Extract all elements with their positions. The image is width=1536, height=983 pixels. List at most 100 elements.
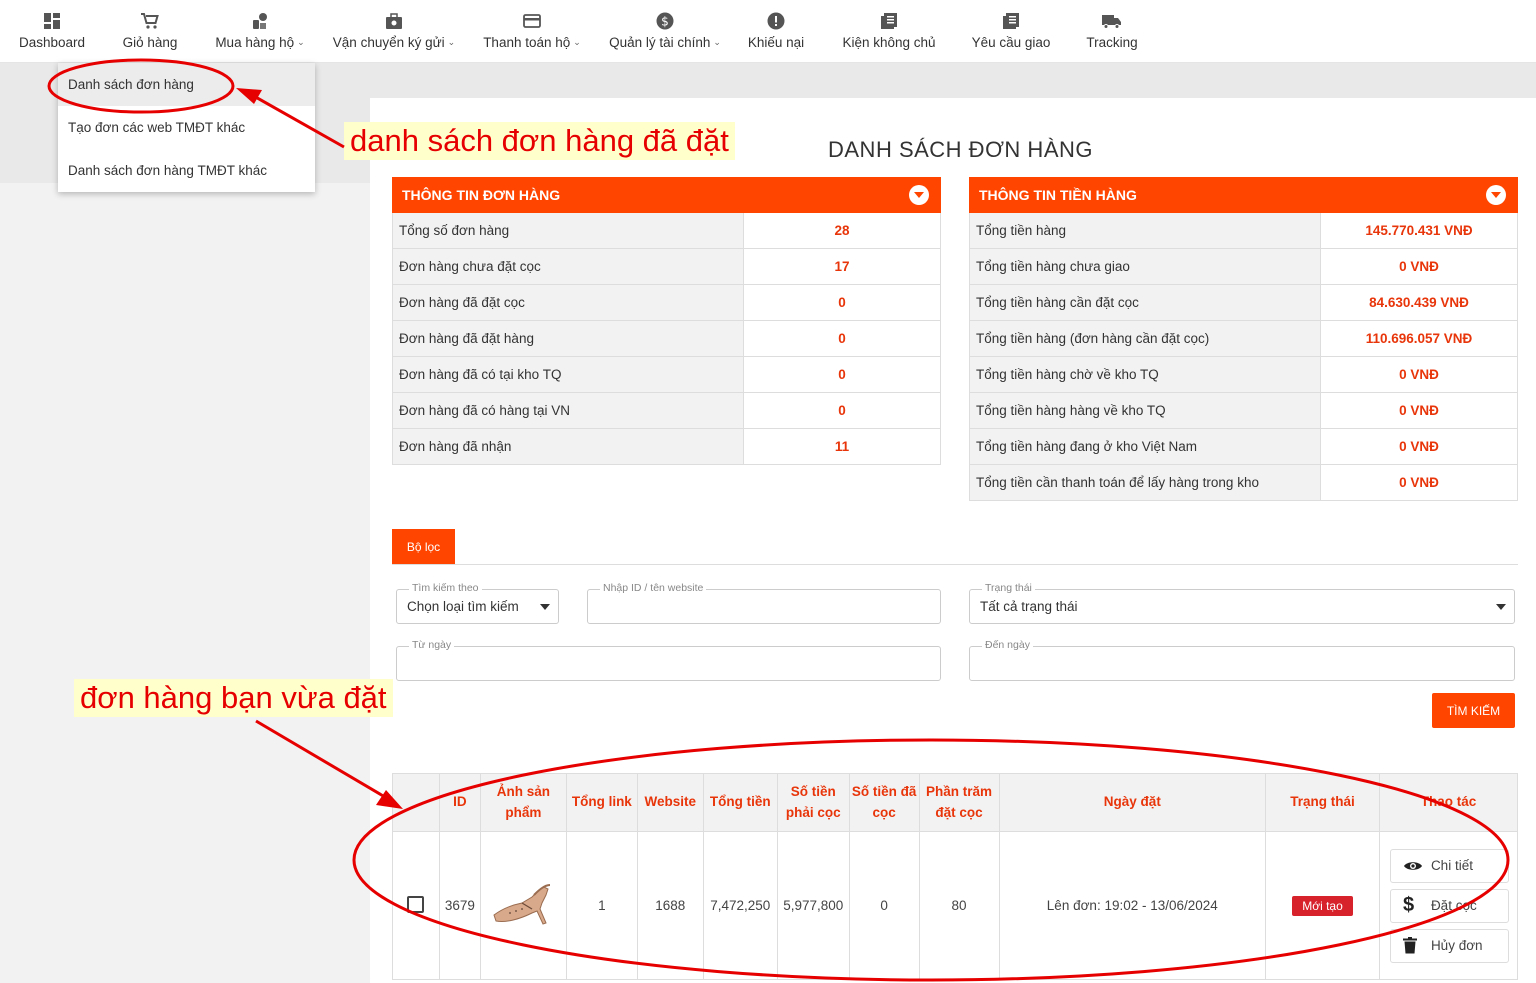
table-header-row: ID Ảnh sản phẩm Tổng link Website Tổng t… bbox=[392, 773, 1519, 832]
from-date-label: Từ ngày bbox=[409, 639, 455, 651]
order-info-row: Đơn hàng chưa đặt cọc 17 bbox=[392, 249, 941, 285]
dropdown-item-other-ecommerce-order-list[interactable]: Danh sách đơn hàng TMĐT khác bbox=[58, 149, 315, 192]
order-info-value: 0 bbox=[838, 367, 846, 382]
collapse-toggle-icon[interactable] bbox=[1486, 185, 1506, 205]
nav-cart[interactable]: Giỏ hàng bbox=[114, 0, 186, 63]
order-info-value: 11 bbox=[834, 439, 850, 454]
col-header-order-date: Ngày đặt bbox=[998, 773, 1267, 832]
order-info-box: THÔNG TIN ĐƠN HÀNG Tổng số đơn hàng 28 Đơ… bbox=[392, 177, 941, 465]
col-header-image: Ảnh sản phẩm bbox=[479, 773, 567, 832]
chevron-down-icon: ⌄ bbox=[573, 37, 581, 47]
total-amount: 7,472,250 bbox=[702, 831, 778, 980]
order-info-value: 0 bbox=[838, 295, 846, 310]
from-date-input[interactable]: Từ ngày bbox=[396, 639, 941, 681]
order-info-label: Đơn hàng đã đặt cọc bbox=[393, 285, 744, 320]
chevron-down-icon: ⌄ bbox=[713, 37, 721, 47]
order-info-label: Đơn hàng đã có tại kho TQ bbox=[393, 357, 744, 392]
order-info-row: Đơn hàng đã có hàng tại VN 0 bbox=[392, 393, 941, 429]
dropdown-item-order-list[interactable]: Danh sách đơn hàng bbox=[58, 63, 315, 106]
order-info-row: Đơn hàng đã nhận 11 bbox=[392, 429, 941, 465]
dollar-sign-icon: $ bbox=[1402, 894, 1415, 916]
money-info-row: Tổng tiền hàng chờ về kho TQ 0 VNĐ bbox=[969, 357, 1518, 393]
dropdown-arrow-icon bbox=[540, 603, 550, 610]
filter-tab[interactable]: Bộ lọc bbox=[392, 529, 455, 564]
money-info-row: Tổng tiền cần thanh toán để lấy hàng tro… bbox=[969, 465, 1518, 501]
dropdown-item-create-other-ecommerce-order[interactable]: Tạo đơn các web TMĐT khác bbox=[58, 106, 315, 149]
deposit-percent: 80 bbox=[918, 831, 1000, 980]
cart-icon bbox=[140, 11, 160, 31]
status-cell: Mới tạo bbox=[1265, 831, 1380, 980]
search-button[interactable]: TÌM KIẾM bbox=[1432, 693, 1515, 728]
nav-unclaimed-packages[interactable]: Kiện không chủ bbox=[834, 0, 944, 63]
nav-label: Quản lý tài chính bbox=[609, 35, 711, 50]
nav-label: Kiện không chủ bbox=[842, 35, 936, 50]
to-date-input[interactable]: Đến ngày bbox=[969, 639, 1515, 681]
total-links: 1 bbox=[565, 831, 638, 980]
order-info-value: 0 bbox=[838, 331, 846, 346]
nav-tracking[interactable]: Tracking bbox=[1080, 0, 1144, 63]
svg-text:$: $ bbox=[661, 15, 669, 29]
order-info-value: 28 bbox=[834, 223, 850, 238]
chevron-down-icon: ⌄ bbox=[447, 37, 456, 47]
nav-shipping[interactable]: Vận chuyển ký gửi ⌄ bbox=[328, 0, 460, 63]
id-website-input[interactable]: Nhập ID / tên website bbox=[587, 582, 941, 624]
eye-icon bbox=[1403, 860, 1425, 872]
deposit-label: Đặt cọc bbox=[1430, 898, 1477, 913]
nav-label: Khiếu nại bbox=[747, 35, 805, 50]
search-type-select[interactable]: Tìm kiếm theo Chọn loại tìm kiếm bbox=[396, 582, 559, 624]
row-select-cell bbox=[392, 831, 440, 980]
top-navigation: Dashboard Giỏ hàng Mua hàng hộ ⌄ Vận chuy… bbox=[0, 0, 1536, 63]
deposit-button[interactable]: $ Đặt cọc bbox=[1389, 888, 1509, 923]
money-info-row: Tổng tiền hàng cần đặt cọc 84.630.439 VNĐ bbox=[969, 285, 1518, 321]
money-info-value: 0 VNĐ bbox=[1399, 259, 1439, 274]
money-info-row: Tổng tiền hàng (đơn hàng cần đặt cọc) 110… bbox=[969, 321, 1518, 357]
nav-label: Tracking bbox=[1086, 35, 1138, 50]
cancel-order-label: Hủy đơn bbox=[1430, 938, 1483, 953]
order-info-row: Đơn hàng đã đặt hàng 0 bbox=[392, 321, 941, 357]
col-header-total-links: Tổng link bbox=[565, 773, 638, 832]
nav-delivery-requests[interactable]: Yêu cầu giao bbox=[966, 0, 1056, 63]
money-info-label: Tổng tiền hàng hàng về kho TQ bbox=[970, 393, 1321, 428]
money-info-value: 0 VNĐ bbox=[1399, 403, 1439, 418]
alert-icon bbox=[766, 11, 786, 31]
nav-finance[interactable]: $ Quản lý tài chính ⌄ bbox=[604, 0, 726, 63]
money-info-label: Tổng tiền hàng đang ở kho Việt Nam bbox=[970, 429, 1321, 464]
nav-label: Giỏ hàng bbox=[122, 35, 178, 50]
order-info-title: THÔNG TIN ĐƠN HÀNG bbox=[402, 187, 561, 203]
dropdown-arrow-icon bbox=[1496, 603, 1506, 610]
buy-icon bbox=[250, 11, 270, 31]
detail-button[interactable]: Chi tiết bbox=[1389, 848, 1509, 883]
dashboard-icon bbox=[42, 11, 62, 31]
filter-divider bbox=[392, 564, 1518, 565]
nav-label: Yêu cầu giao bbox=[971, 35, 1051, 50]
money-info-value: 84.630.439 VNĐ bbox=[1369, 295, 1469, 310]
nav-payment[interactable]: Thanh toán hộ ⌄ bbox=[478, 0, 586, 63]
id-website-label: Nhập ID / tên website bbox=[600, 582, 707, 594]
order-info-header: THÔNG TIN ĐƠN HÀNG bbox=[392, 177, 941, 213]
nav-buy-service[interactable]: Mua hàng hộ ⌄ bbox=[210, 0, 310, 63]
nav-dashboard[interactable]: Dashboard bbox=[14, 0, 90, 63]
money-info-box: THÔNG TIN TIỀN HÀNG Tổng tiền hàng 145.77… bbox=[969, 177, 1518, 501]
order-id: 3679 bbox=[438, 831, 481, 980]
order-info-value: 17 bbox=[834, 259, 850, 274]
nav-label: Mua hàng hộ bbox=[215, 35, 295, 50]
status-badge: Mới tạo bbox=[1292, 895, 1353, 916]
row-checkbox[interactable] bbox=[407, 895, 425, 913]
status-select[interactable]: Trạng thái Tất cả trạng thái bbox=[969, 582, 1515, 624]
package-list-icon bbox=[879, 11, 899, 31]
product-image-shoe[interactable] bbox=[488, 879, 558, 932]
money-info-value: 0 VNĐ bbox=[1399, 439, 1439, 454]
nav-label: Dashboard bbox=[18, 35, 86, 50]
order-info-label: Đơn hàng đã có hàng tại VN bbox=[393, 393, 744, 428]
cancel-order-button[interactable]: Hủy đơn bbox=[1389, 928, 1509, 963]
website: 1688 bbox=[636, 831, 704, 980]
money-info-title: THÔNG TIN TIỀN HÀNG bbox=[979, 187, 1137, 203]
collapse-toggle-icon[interactable] bbox=[909, 185, 929, 205]
dollar-icon: $ bbox=[655, 11, 675, 31]
col-header-website: Website bbox=[636, 773, 704, 832]
page-title: DANH SÁCH ĐƠN HÀNG bbox=[828, 137, 1093, 162]
order-info-label: Tổng số đơn hàng bbox=[393, 213, 744, 248]
money-info-row: Tổng tiền hàng chưa giao 0 VNĐ bbox=[969, 249, 1518, 285]
nav-complaints[interactable]: Khiếu nại bbox=[742, 0, 810, 63]
money-info-value: 145.770.431 VNĐ bbox=[1365, 223, 1473, 238]
